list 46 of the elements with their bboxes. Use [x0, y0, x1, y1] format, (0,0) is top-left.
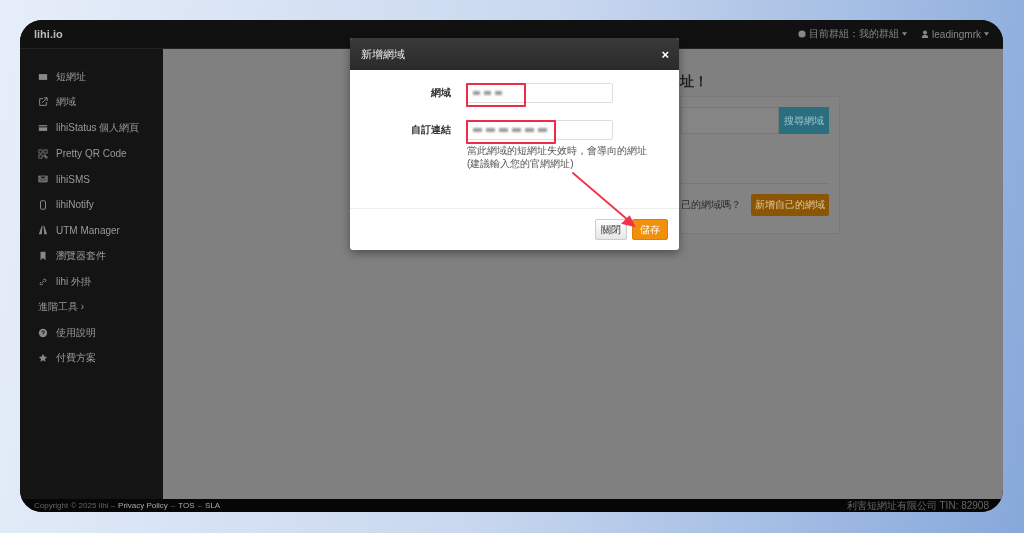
- user-menu[interactable]: leadingmrk: [932, 28, 981, 40]
- caret-icon: [984, 32, 989, 36]
- external-icon: [38, 97, 48, 108]
- road-icon: [38, 225, 48, 236]
- search-field[interactable]: [681, 107, 779, 134]
- mail-icon: [38, 174, 48, 185]
- help-text: 當此網域的短網址失效時，會導向的網址: [467, 144, 647, 157]
- close-dialog-button[interactable]: 關閉: [595, 219, 627, 240]
- sidebar-item[interactable]: 短網址: [56, 69, 86, 84]
- sidebar-item[interactable]: 瀏覽器套件: [56, 248, 106, 263]
- separator-text: –: [197, 501, 203, 510]
- link-icon: [38, 276, 48, 287]
- separator-text: –: [170, 501, 176, 510]
- sidebar-item[interactable]: lihiStatus 個人網頁: [56, 121, 140, 135]
- company-text: 利害短網址有限公司 TIN: 82908: [846, 498, 989, 512]
- wallet-icon: [38, 123, 48, 133]
- sidebar-item[interactable]: 使用說明: [56, 325, 96, 340]
- group-menu[interactable]: 目前群組：我的群組: [809, 27, 900, 41]
- sidebar-item[interactable]: 網域: [56, 95, 76, 110]
- sidebar-item[interactable]: lihiNotify: [56, 199, 94, 211]
- star-icon: [38, 353, 48, 364]
- brand-logo[interactable]: lihi.io: [34, 28, 63, 40]
- add-domain-button[interactable]: 新增自己的網域: [751, 194, 829, 216]
- phone-icon: [38, 199, 48, 210]
- copyright-text: Copyright © 2025 lihi –: [34, 501, 116, 510]
- sidebar-item[interactable]: lihiSMS: [56, 173, 90, 185]
- field-label: 網域: [429, 86, 451, 100]
- footer-link[interactable]: Privacy Policy: [118, 501, 168, 510]
- sidebar-section[interactable]: 進階工具 ›: [20, 294, 163, 320]
- field-label: 自訂連結: [410, 123, 451, 137]
- user-icon: [921, 30, 930, 38]
- caret-icon: [902, 32, 908, 36]
- bookmark-icon: [38, 250, 48, 261]
- footer-link[interactable]: SLA: [205, 501, 221, 510]
- qr-icon: [38, 148, 48, 159]
- footer-link[interactable]: TOS: [178, 501, 195, 510]
- card-icon: [38, 71, 48, 82]
- close-button[interactable]: ×: [661, 47, 669, 61]
- question-text: 已的網域嗎？: [681, 198, 741, 212]
- dialog-title: 新增網域: [361, 46, 405, 62]
- sidebar-item[interactable]: UTM Manager: [56, 224, 120, 236]
- sidebar-item[interactable]: lihi 外掛: [56, 274, 91, 289]
- page-heading: 址！: [680, 72, 709, 91]
- sidebar-item[interactable]: 付費方案: [56, 351, 96, 366]
- sidebar-item[interactable]: Pretty QR Code: [56, 148, 127, 160]
- help-text: (建議輸入您的官網網址): [467, 157, 574, 170]
